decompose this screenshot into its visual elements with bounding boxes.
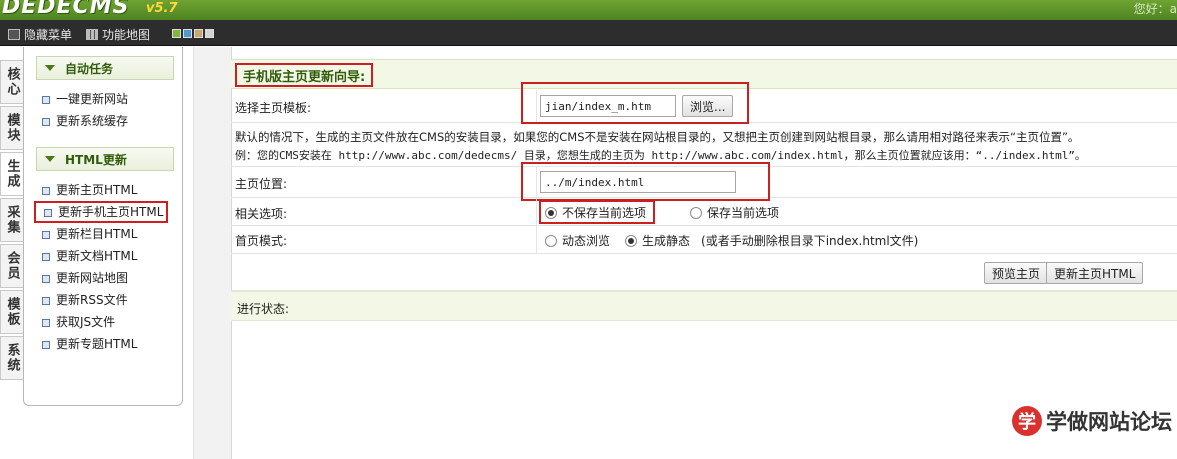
example-hint: 例：您的CMS安装在 http://www.abc.com/dedecms/ 目… xyxy=(235,149,1086,162)
tab-generate[interactable]: 生成 xyxy=(0,152,23,196)
sidebar-item-update-docs[interactable]: 更新文档HTML xyxy=(42,245,182,267)
mode-label: 首页模式: xyxy=(235,234,288,248)
collapse-arrow-icon xyxy=(45,156,55,162)
sidebar-item-update-site[interactable]: 一键更新网站 xyxy=(42,88,182,110)
top-banner: DEDECMS v5.7 您好：a xyxy=(0,0,1177,20)
template-label: 选择主页模板: xyxy=(235,101,312,115)
sidebar-item-update-cache[interactable]: 更新系统缓存 xyxy=(42,110,182,132)
radio-static[interactable]: 生成静态 (或者手动删除根目录下index.html文件) xyxy=(625,232,918,249)
position-row: 主页位置: xyxy=(231,162,1177,201)
template-row: 选择主页模板: 浏览... xyxy=(231,82,1177,124)
sidebar-item-get-js[interactable]: 获取JS文件 xyxy=(42,311,182,333)
sitemap-label: 功能地图 xyxy=(102,28,151,42)
form-header: 手机版主页更新向导: xyxy=(231,59,1177,89)
skin-gray-swatch[interactable] xyxy=(205,29,214,38)
top-toolbar: 隐藏菜单 功能地图 xyxy=(0,20,1177,46)
browse-button[interactable]: 浏览... xyxy=(682,95,734,117)
action-row: 预览主页 更新主页HTML xyxy=(231,254,1177,291)
skin-brown-swatch[interactable] xyxy=(194,29,203,38)
position-label: 主页位置: xyxy=(235,177,288,191)
sidebar-item-update-home[interactable]: 更新主页HTML xyxy=(42,179,182,201)
watermark: 学 学做网站论坛 xyxy=(1012,406,1172,436)
skin-blue-swatch[interactable] xyxy=(183,29,192,38)
module-tabs: 核心 模块 生成 采集 会员 模板 系统 xyxy=(0,60,23,382)
collapse-arrow-icon xyxy=(45,65,55,71)
section-html-update[interactable]: HTML更新 xyxy=(36,147,174,171)
radio-dynamic[interactable]: 动态浏览 xyxy=(545,232,610,249)
sidebar-item-update-columns[interactable]: 更新栏目HTML xyxy=(42,223,182,245)
preview-button[interactable]: 预览主页 xyxy=(984,262,1049,284)
skin-green-swatch[interactable] xyxy=(172,29,181,38)
status-label: 进行状态: xyxy=(237,302,290,316)
main-content: 手机版主页更新向导: 选择主页模板: 浏览... 默认的情况下，生成的主页文件放… xyxy=(231,55,1177,459)
options-row: 相关选项: 不保存当前选项 保存当前选项 xyxy=(231,198,1177,226)
tab-collect[interactable]: 采集 xyxy=(0,198,23,242)
static-note: (或者手动删除根目录下index.html文件) xyxy=(701,234,919,248)
tab-system[interactable]: 系统 xyxy=(0,336,23,380)
frame-separator xyxy=(193,47,232,459)
radio-unchecked-icon xyxy=(690,206,702,219)
update-home-button[interactable]: 更新主页HTML xyxy=(1046,262,1144,284)
sidebar-item-update-topics[interactable]: 更新专题HTML xyxy=(42,333,182,355)
skin-switcher xyxy=(172,29,214,38)
mode-row: 首页模式: 动态浏览 生成静态 (或者手动删除根目录下index.html文件) xyxy=(231,226,1177,254)
tab-modules[interactable]: 模块 xyxy=(0,106,23,150)
section-auto-tasks[interactable]: 自动任务 xyxy=(36,56,174,80)
options-label: 相关选项: xyxy=(235,207,288,221)
logo-version: v5.7 xyxy=(146,1,178,16)
status-bar: 进行状态: xyxy=(231,291,1177,321)
tab-templates[interactable]: 模板 xyxy=(0,290,23,334)
hide-menu-button[interactable]: 隐藏菜单 xyxy=(8,26,72,43)
location-hint: 默认的情况下，生成的主页文件放在CMS的安装目录，如果您的CMS不是安装在网站根… xyxy=(235,130,1080,144)
menu-icon xyxy=(8,29,20,40)
hide-menu-label: 隐藏菜单 xyxy=(24,28,73,42)
radio-no-save[interactable]: 不保存当前选项 xyxy=(545,204,646,221)
tab-members[interactable]: 会员 xyxy=(0,244,23,288)
radio-unchecked-icon xyxy=(545,234,557,247)
radio-checked-icon xyxy=(625,234,637,247)
radio-save[interactable]: 保存当前选项 xyxy=(690,204,779,221)
sidebar-item-update-rss[interactable]: 更新RSS文件 xyxy=(42,289,182,311)
sidebar-menu: 自动任务 一键更新网站 更新系统缓存 HTML更新 更新主页HTML 更新手机主… xyxy=(23,47,183,406)
page-title: 手机版主页更新向导: xyxy=(235,63,374,87)
tab-core[interactable]: 核心 xyxy=(0,60,23,104)
sidebar-item-update-mobile-home[interactable]: 更新手机主页HTML xyxy=(34,201,168,223)
user-greeting: 您好：a xyxy=(1133,2,1177,16)
sitemap-button[interactable]: 功能地图 xyxy=(86,26,150,43)
logo: DEDECMS xyxy=(2,0,130,19)
radio-checked-icon xyxy=(545,206,557,219)
template-input[interactable] xyxy=(540,95,676,117)
sidebar-item-update-sitemap[interactable]: 更新网站地图 xyxy=(42,267,182,289)
position-input[interactable] xyxy=(540,171,736,193)
watermark-text: 学做网站论坛 xyxy=(1046,410,1172,434)
forum-logo-icon: 学 xyxy=(1012,406,1042,436)
grid-icon xyxy=(86,29,98,40)
